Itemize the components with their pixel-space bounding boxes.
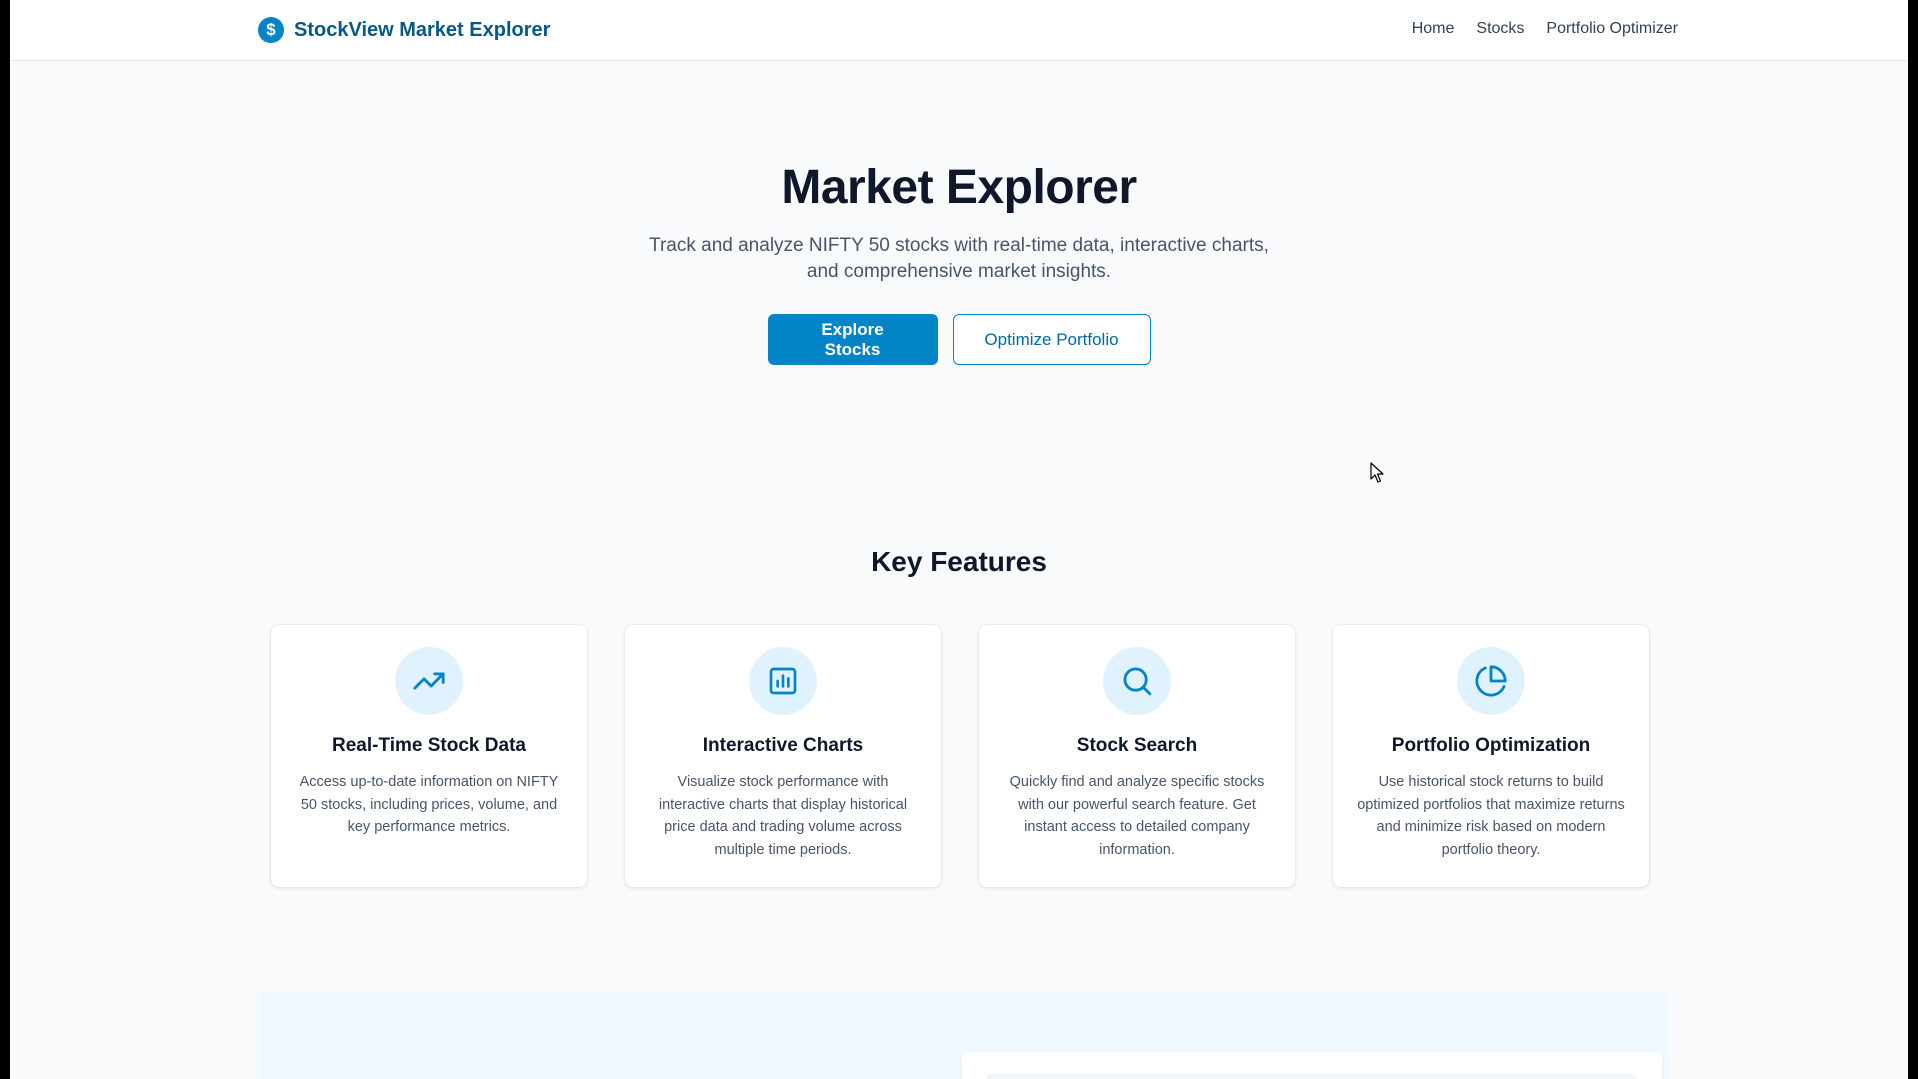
hero-subtitle: Track and analyze NIFTY 50 stocks with r…: [649, 235, 1269, 282]
feature-card-title: Stock Search: [1076, 735, 1198, 756]
optimize-portfolio-button[interactable]: Optimize Portfolio: [952, 314, 1151, 365]
pie-chart-icon: [1457, 647, 1525, 715]
feature-card-portfolio: Portfolio Optimization Use historical st…: [1333, 625, 1649, 887]
panel-placeholder-bar: [986, 1074, 1636, 1079]
hero-title: Market Explorer: [781, 161, 1137, 214]
features-heading: Key Features: [871, 546, 1047, 577]
feature-card-description: Access up-to-date information on NIFTY 5…: [299, 774, 559, 835]
mouse-cursor-icon: [1370, 462, 1384, 483]
bottom-panel: [962, 1052, 1662, 1079]
top-navbar: $ StockView Market Explorer Home Stocks …: [10, 0, 1908, 61]
feature-card-description: Quickly find and analyze specific stocks…: [1009, 774, 1265, 858]
feature-card-charts: Interactive Charts Visualize stock perfo…: [625, 625, 941, 887]
feature-cards: Real-Time Stock Data Access up-to-date i…: [271, 625, 1649, 887]
page: $ StockView Market Explorer Home Stocks …: [10, 0, 1908, 1079]
brand-name: StockView Market Explorer: [294, 18, 551, 41]
main-nav: Home Stocks Portfolio Optimizer: [1412, 20, 1678, 38]
brand-link[interactable]: $ StockView Market Explorer: [258, 17, 550, 43]
hero-actions: Explore Stocks Optimize Portfolio: [10, 314, 1908, 365]
feature-card-title: Portfolio Optimization: [1391, 735, 1591, 756]
feature-card-description: Use historical stock returns to build op…: [1357, 774, 1625, 858]
search-icon: [1103, 647, 1171, 715]
trending-up-icon: [395, 647, 463, 715]
feature-card-description: Visualize stock performance with interac…: [658, 774, 908, 858]
feature-card-realtime: Real-Time Stock Data Access up-to-date i…: [271, 625, 587, 887]
feature-card-title: Interactive Charts: [702, 735, 864, 756]
nav-link-portfolio-optimizer[interactable]: Portfolio Optimizer: [1546, 20, 1678, 38]
nav-link-home[interactable]: Home: [1412, 20, 1455, 38]
explore-stocks-button[interactable]: Explore Stocks: [767, 314, 938, 365]
bar-chart-icon: [749, 647, 817, 715]
feature-card-title: Real-Time Stock Data: [332, 735, 526, 756]
dollar-logo-icon: $: [258, 17, 284, 43]
nav-link-stocks[interactable]: Stocks: [1476, 20, 1524, 38]
feature-card-search: Stock Search Quickly find and analyze sp…: [979, 625, 1295, 887]
